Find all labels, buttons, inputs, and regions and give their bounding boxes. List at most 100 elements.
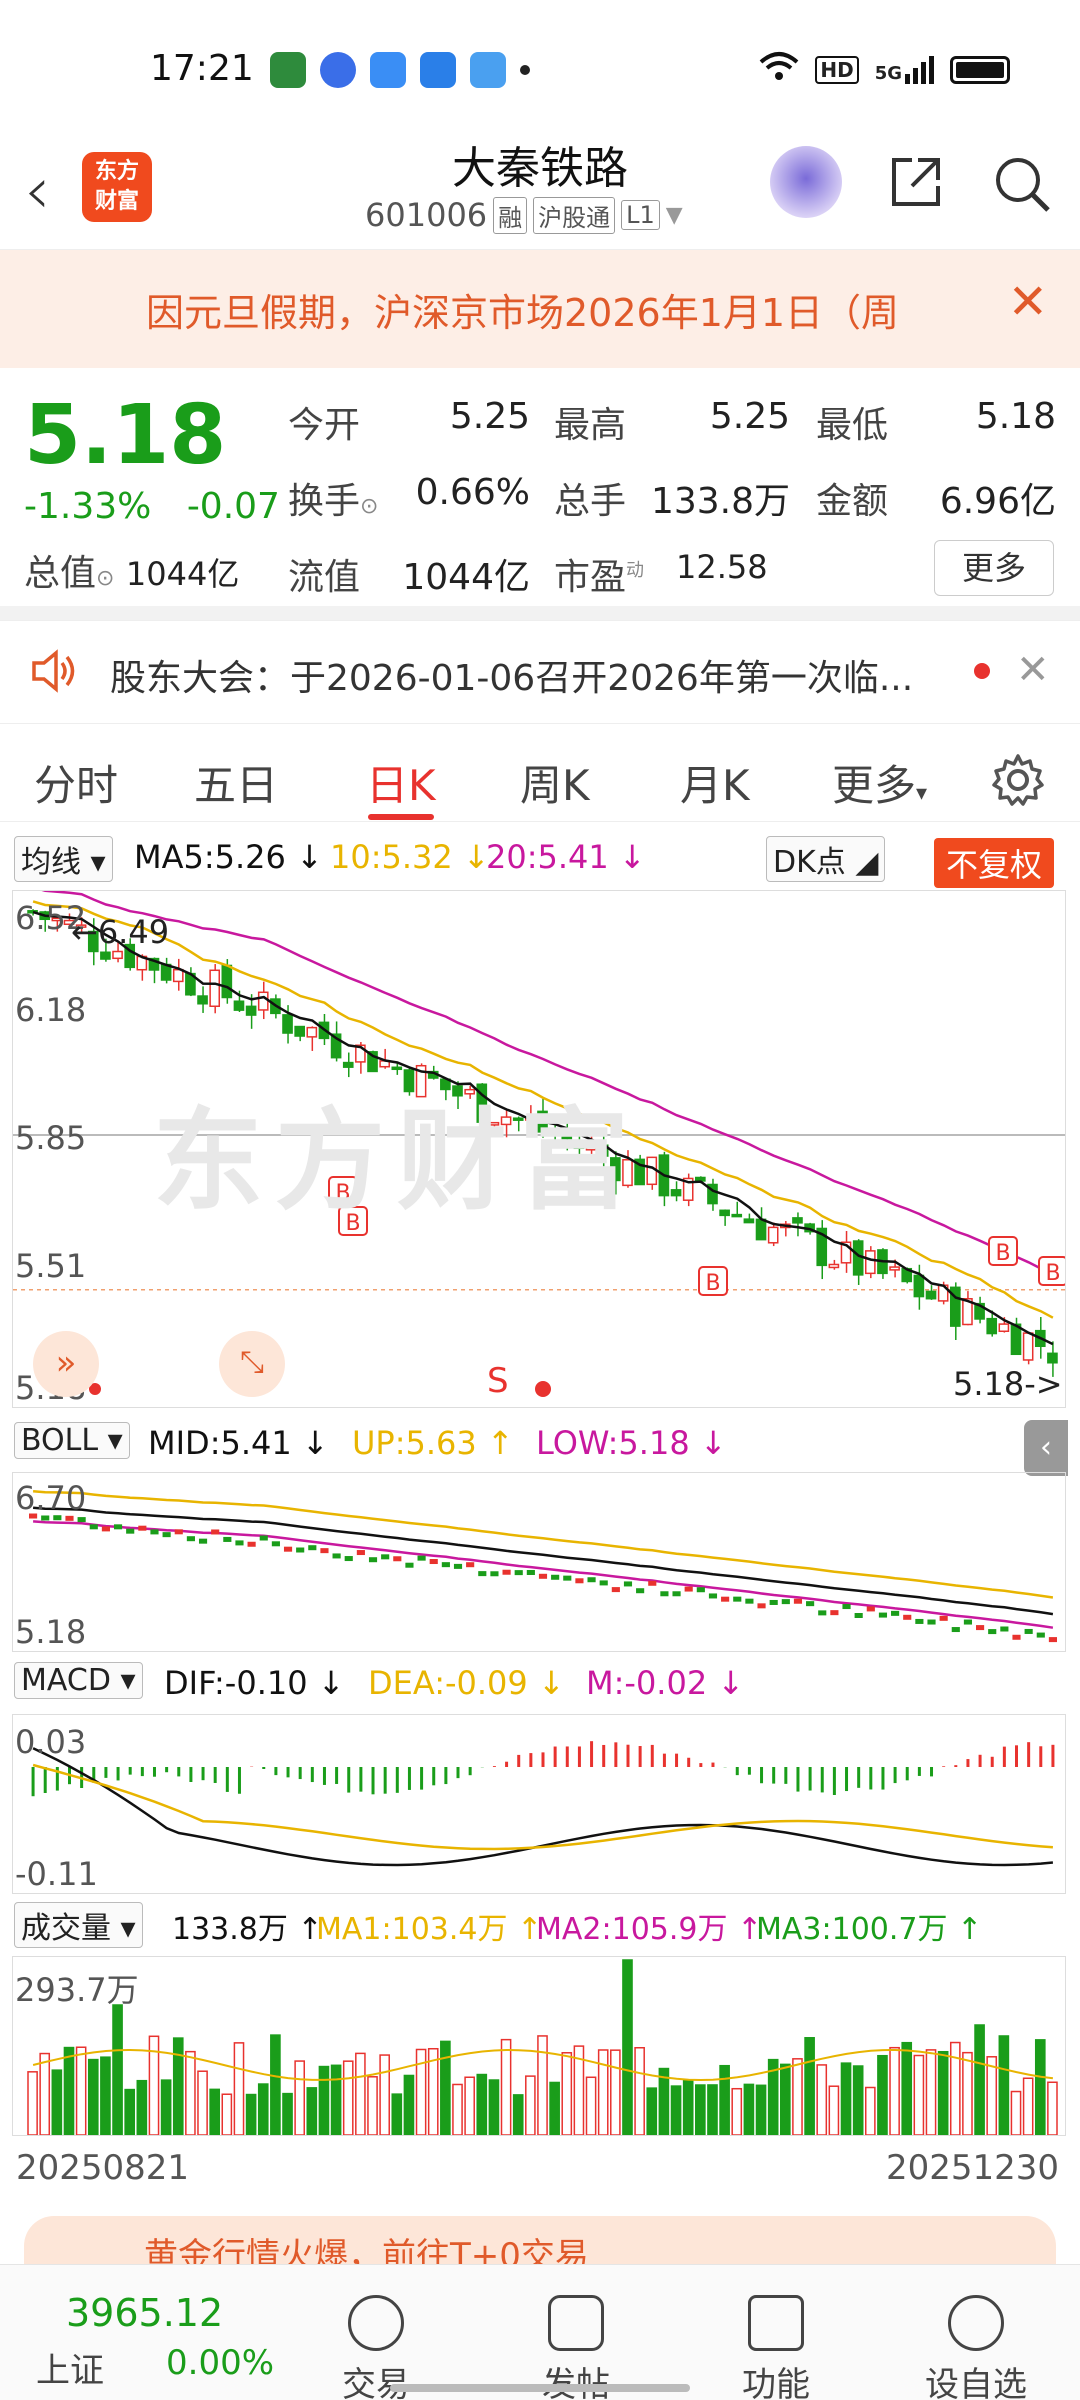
nav-functions[interactable]: 功能 bbox=[716, 2295, 836, 2400]
candle-body bbox=[342, 1061, 354, 1068]
volume-value: 133.8万 ↑ bbox=[172, 1912, 323, 1947]
baidu-icon bbox=[320, 52, 356, 88]
candle-body bbox=[852, 1240, 864, 1276]
kline-chart[interactable]: BBBBB 东方财富 6.52 6.18 5.85 5.51 5.18 ←6.4… bbox=[12, 890, 1066, 1408]
tab-intraday[interactable]: 分时 bbox=[34, 752, 118, 813]
close-icon[interactable]: ✕ bbox=[1008, 274, 1048, 330]
boll-candle bbox=[842, 1604, 851, 1610]
assistant-avatar[interactable] bbox=[770, 146, 842, 218]
macd-dif: DIF:-0.10 ↓ bbox=[164, 1664, 345, 1702]
boll-candle bbox=[684, 1586, 693, 1592]
candle-body bbox=[112, 950, 123, 960]
boll-candle bbox=[150, 1529, 159, 1535]
unread-dot bbox=[974, 663, 990, 679]
last-price-label: 5.18-> bbox=[953, 1365, 1063, 1403]
more-button[interactable]: 更多 bbox=[934, 540, 1054, 596]
volume-bar bbox=[342, 2060, 354, 2135]
volume-bar bbox=[233, 2042, 245, 2135]
boll-candle bbox=[429, 1559, 438, 1565]
tab-weekly-k[interactable]: 周K bbox=[520, 752, 590, 813]
boll-candle bbox=[320, 1548, 329, 1554]
candle-body bbox=[792, 1217, 803, 1224]
macd-legend-row: MACD ▾ DIF:-0.10 ↓ DEA:-0.09 ↓ M:-0.02 ↓ bbox=[0, 1660, 1080, 1710]
index-name[interactable]: 上证 bbox=[36, 2343, 104, 2392]
boll-up-line bbox=[32, 1489, 1054, 1599]
high-label: 最高 bbox=[554, 405, 627, 446]
volume-bar bbox=[197, 2070, 208, 2135]
boll-chart[interactable]: 6.70 5.18 bbox=[12, 1472, 1066, 1652]
hd-badge: HD bbox=[815, 55, 859, 84]
home-indicator bbox=[390, 2384, 690, 2392]
volume-bar bbox=[1010, 2090, 1022, 2135]
candle-body bbox=[998, 1323, 1010, 1333]
volume-bar bbox=[901, 2041, 913, 2135]
candle-body bbox=[197, 995, 208, 1005]
tab-five-day[interactable]: 五日 bbox=[194, 752, 278, 813]
volume-selector[interactable]: 成交量 ▾ bbox=[14, 1902, 143, 1948]
boll-candle bbox=[769, 1599, 778, 1605]
wifi-icon bbox=[759, 50, 799, 89]
stock-code-row[interactable]: 601006 融 沪股通 L1 ▼ bbox=[365, 196, 683, 234]
boll-candle bbox=[514, 1570, 523, 1576]
boll-candle bbox=[466, 1562, 475, 1568]
dk-selector[interactable]: DK点 ◢ bbox=[766, 836, 886, 882]
date-end: 20251230 bbox=[886, 2148, 1060, 2188]
boll-candle bbox=[162, 1532, 171, 1538]
candle-body bbox=[294, 1025, 305, 1037]
y-label-3: 5.85 bbox=[15, 1119, 87, 1157]
macd-svg bbox=[31, 1741, 1055, 1867]
collapse-icon[interactable]: ‹ bbox=[1024, 1420, 1068, 1476]
gear-icon[interactable] bbox=[990, 752, 1046, 812]
total-value-label: 总值 bbox=[24, 553, 97, 594]
candle-body bbox=[172, 968, 184, 983]
expand-left-icon[interactable]: » bbox=[33, 1331, 99, 1397]
boll-candle bbox=[89, 1524, 98, 1530]
sell-signal: S bbox=[487, 1361, 509, 1401]
boll-candle bbox=[417, 1555, 426, 1561]
indicator-selector[interactable]: 均线 ▾ bbox=[14, 836, 113, 882]
boll-candle bbox=[551, 1574, 560, 1580]
volume-ma2: MA2:105.9万 ↑ bbox=[536, 1912, 763, 1947]
close-icon[interactable]: ✕ bbox=[1016, 647, 1050, 693]
index-value[interactable]: 3965.12 bbox=[66, 2291, 223, 2335]
macd-chart[interactable]: 0.03 -0.11 bbox=[12, 1714, 1066, 1894]
edit-icon bbox=[548, 2295, 604, 2351]
boll-candle bbox=[745, 1598, 754, 1604]
adjust-selector[interactable]: 不复权 bbox=[934, 838, 1055, 888]
max-price-label: ←6.49 bbox=[71, 913, 170, 951]
tab-more[interactable]: 更多▾ bbox=[832, 752, 927, 813]
volume-bar bbox=[743, 2083, 755, 2135]
boll-candle bbox=[672, 1591, 681, 1597]
volume-bar bbox=[257, 2083, 269, 2135]
open-label: 今开 bbox=[288, 405, 361, 446]
volume-chart[interactable]: 293.7万 bbox=[12, 1956, 1066, 2136]
holiday-notice[interactable]: 因元旦假期，沪深京市场2026年1月1日（周 ✕ bbox=[0, 250, 1080, 368]
boll-candle bbox=[781, 1599, 790, 1605]
index-change[interactable]: 0.00% bbox=[166, 2343, 274, 2383]
info-icon[interactable]: ⊙ bbox=[96, 566, 114, 591]
boll-candle bbox=[648, 1580, 657, 1586]
tab-daily-k[interactable]: 日K bbox=[366, 752, 436, 813]
fullscreen-icon[interactable]: ⤡ bbox=[219, 1331, 285, 1397]
boll-candle bbox=[405, 1562, 414, 1568]
boll-candle bbox=[235, 1540, 244, 1546]
tab-monthly-k[interactable]: 月K bbox=[680, 752, 750, 813]
macd-selector[interactable]: MACD ▾ bbox=[14, 1662, 143, 1699]
share-icon[interactable] bbox=[886, 152, 946, 212]
nav-watchlist[interactable]: 设自选 bbox=[916, 2295, 1036, 2400]
announcement-bar[interactable]: 股东大会：于2026-01-06召开2026年第一次临... ✕ bbox=[0, 620, 1080, 724]
volume-bar bbox=[840, 2062, 852, 2135]
y-label-2: 6.18 bbox=[15, 991, 87, 1029]
y-label-4: 5.51 bbox=[15, 1247, 87, 1285]
active-tab-indicator bbox=[368, 814, 434, 820]
volume-ma3: MA3:100.7万 ↑ bbox=[756, 1912, 983, 1947]
volume-bar bbox=[488, 2079, 500, 2135]
boll-selector[interactable]: BOLL ▾ bbox=[14, 1422, 130, 1459]
search-icon[interactable] bbox=[990, 152, 1054, 216]
volume-bar bbox=[452, 2083, 463, 2135]
volume-bar bbox=[670, 2085, 682, 2135]
volume-bar bbox=[816, 2064, 828, 2135]
status-bar: 17:21 HD 5G bbox=[0, 0, 1080, 140]
boll-candle bbox=[198, 1538, 208, 1544]
browser-icon bbox=[420, 52, 456, 88]
